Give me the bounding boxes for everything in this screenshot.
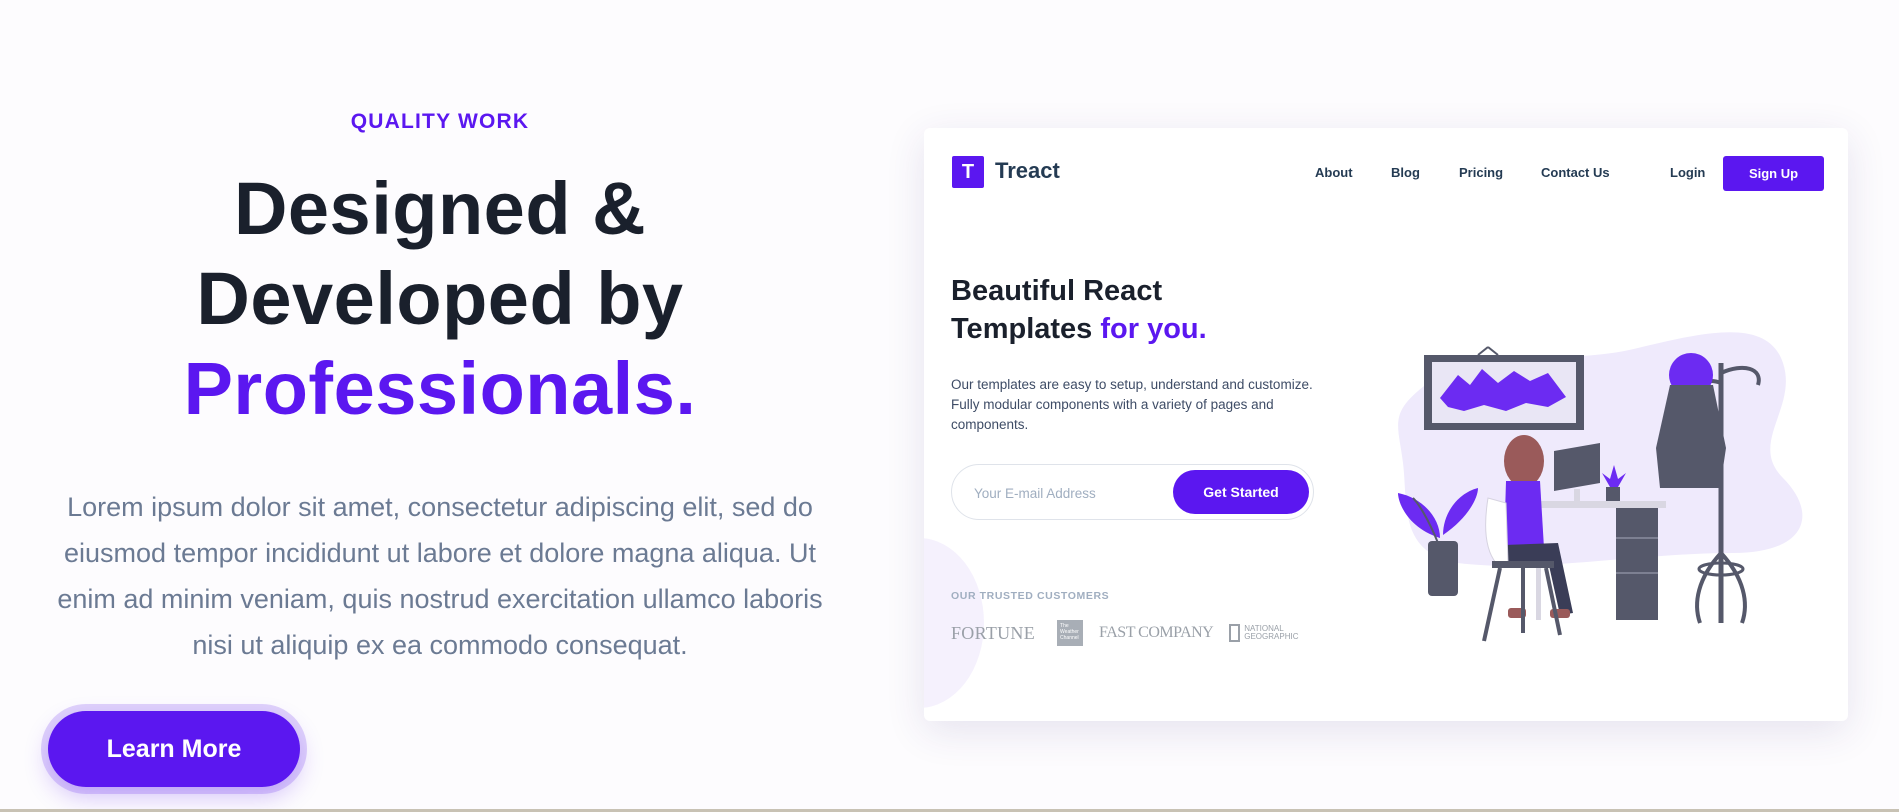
brand-name[interactable]: Treact xyxy=(995,158,1060,184)
preview-description: Our templates are easy to setup, underst… xyxy=(951,377,1313,432)
nav-link-about[interactable]: About xyxy=(1315,165,1353,180)
natgeo-text: NATIONAL GEOGRAPHIC xyxy=(1244,624,1299,641)
customer-logos: FORTUNE The Weather Channel FAST COMPANY… xyxy=(951,618,1298,648)
hero-heading-line1: Designed & xyxy=(233,167,647,250)
hero-text-section: QUALITY WORK Designed & Developed by Pro… xyxy=(40,110,840,668)
hero-description: Lorem ipsum dolor sit amet, consectetur … xyxy=(57,492,823,660)
fortune-logo: FORTUNE xyxy=(951,622,1036,643)
hero-subheading: QUALITY WORK xyxy=(350,110,530,133)
template-preview-card: T Treact About Blog Pricing Contact Us L… xyxy=(924,128,1848,721)
preview-heading-highlight: for you. xyxy=(1100,313,1207,345)
wall-frame xyxy=(1424,346,1584,430)
nav-link-contact[interactable]: Contact Us xyxy=(1541,165,1610,180)
office-illustration xyxy=(1398,332,1803,642)
sign-up-button[interactable]: Sign Up xyxy=(1723,156,1824,191)
hero-heading-line2: Developed by xyxy=(196,257,684,340)
preview-heading-part1: Beautiful React xyxy=(951,275,1163,307)
weather-channel-logo: The Weather Channel xyxy=(1057,620,1084,646)
brand-logo-icon[interactable]: T xyxy=(952,156,984,188)
preview-heading-part2: Templates xyxy=(951,313,1093,345)
learn-more-button[interactable]: Learn More xyxy=(48,711,300,787)
trusted-customers-title: OUR TRUSTED CUSTOMERS xyxy=(951,590,1110,602)
login-link[interactable]: Login xyxy=(1670,165,1705,180)
fast-company-logo: FAST COMPANY xyxy=(1099,624,1214,641)
national-geographic-logo: NATIONAL GEOGRAPHIC xyxy=(1229,624,1298,642)
email-input[interactable] xyxy=(972,477,1146,509)
nav-link-blog[interactable]: Blog xyxy=(1391,165,1420,180)
preview-heading: Beautiful React Templates for you. xyxy=(951,272,1207,348)
hero-heading: Designed & Developed by Professionals. xyxy=(40,164,840,434)
hero-heading-highlight: Professionals. xyxy=(183,347,697,430)
nav-link-pricing[interactable]: Pricing xyxy=(1459,165,1503,180)
natgeo-frame-icon xyxy=(1229,624,1241,642)
get-started-button[interactable]: Get Started xyxy=(1173,470,1309,514)
email-signup-form: Get Started xyxy=(951,464,1314,520)
